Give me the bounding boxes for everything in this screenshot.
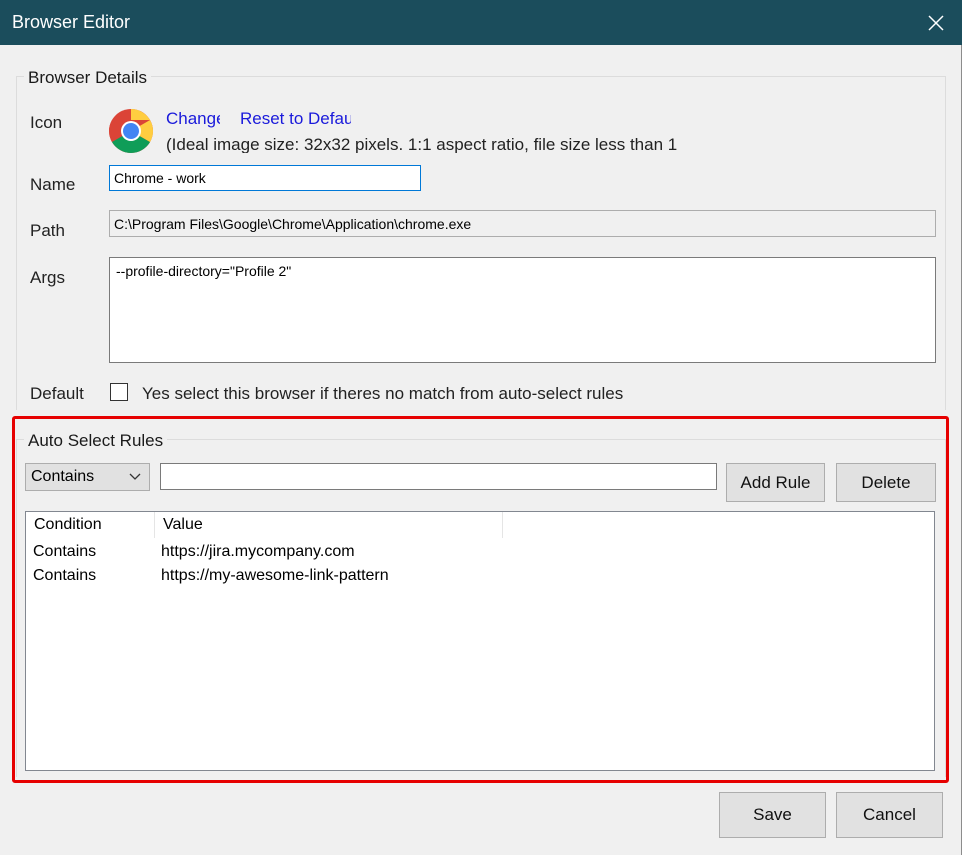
args-label: Args <box>30 268 65 287</box>
close-icon <box>928 14 944 31</box>
row-condition: Contains <box>33 543 97 560</box>
reset-icon-link[interactable]: Reset to Default <box>240 109 351 129</box>
window-title: Browser Editor <box>12 12 131 32</box>
condition-dropdown-value: Contains <box>31 468 95 485</box>
table-row[interactable]: Contains https://my-awesome-link-pattern <box>26 564 934 588</box>
column-header-value[interactable]: Value <box>155 512 503 538</box>
row-value: https://jira.mycompany.com <box>161 543 355 560</box>
cancel-button[interactable]: Cancel <box>836 792 943 838</box>
image-size-note: (Ideal image size: 32x32 pixels. 1:1 asp… <box>166 135 678 153</box>
add-rule-button[interactable]: Add Rule <box>726 463 825 502</box>
close-button[interactable] <box>910 0 962 45</box>
change-icon-link[interactable]: Change <box>166 109 220 129</box>
column-header-condition[interactable]: Condition <box>26 512 155 538</box>
chrome-icon <box>109 109 153 153</box>
args-textarea[interactable]: --profile-directory="Profile 2" <box>109 257 936 363</box>
default-checkbox-label[interactable]: Yes select this browser if theres no mat… <box>142 384 623 404</box>
chevron-down-icon <box>129 473 141 480</box>
rule-value-input[interactable] <box>160 463 717 490</box>
title-bar: Browser Editor <box>0 0 962 45</box>
row-value: https://my-awesome-link-pattern <box>161 567 389 584</box>
row-condition: Contains <box>33 567 97 584</box>
default-label: Default <box>30 384 84 403</box>
condition-dropdown[interactable]: Contains <box>25 463 150 491</box>
browser-details-title: Browser Details <box>24 68 152 88</box>
save-button[interactable]: Save <box>719 792 826 838</box>
rules-list[interactable]: Condition Value Contains https://jira.my… <box>25 511 935 771</box>
default-checkbox[interactable] <box>110 383 128 401</box>
name-label: Name <box>30 175 76 194</box>
delete-rule-button[interactable]: Delete <box>836 463 936 502</box>
auto-select-title: Auto Select Rules <box>24 431 168 451</box>
rules-list-header: Condition Value <box>26 512 934 538</box>
browser-editor-window: Browser Editor Browser Details Icon Chan… <box>0 0 962 855</box>
icon-label: Icon <box>30 113 63 132</box>
path-input[interactable] <box>109 210 936 237</box>
path-label: Path <box>30 221 65 240</box>
table-row[interactable]: Contains https://jira.mycompany.com <box>26 540 934 564</box>
name-input[interactable] <box>109 165 421 191</box>
